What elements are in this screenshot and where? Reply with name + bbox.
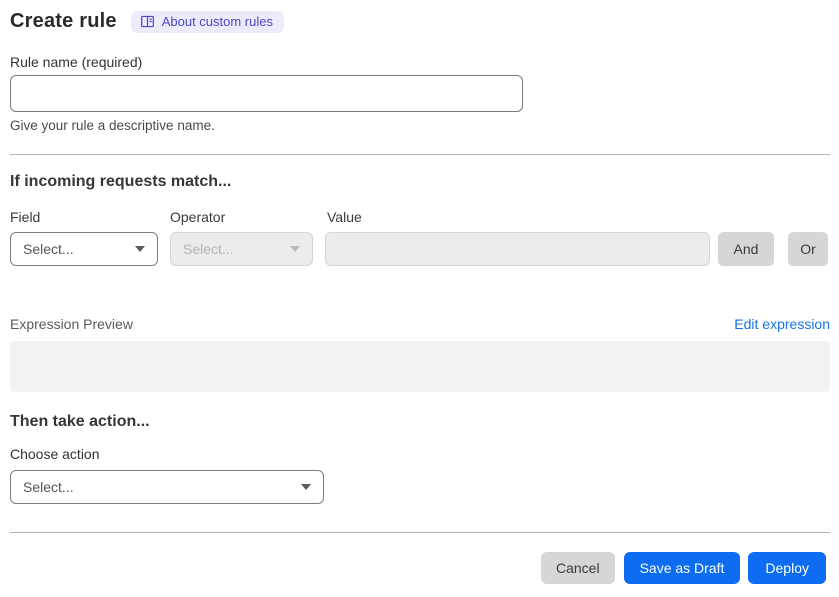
choose-action-label: Choose action — [10, 446, 100, 462]
save-as-draft-button[interactable]: Save as Draft — [623, 552, 741, 584]
operator-label: Operator — [170, 209, 226, 225]
expression-preview-label: Expression Preview — [10, 316, 133, 332]
divider-bottom — [10, 532, 830, 533]
chevron-down-icon — [301, 484, 311, 490]
operator-select-value: Select... — [183, 241, 234, 257]
action-select-value: Select... — [23, 479, 74, 495]
action-select[interactable]: Select... — [10, 470, 324, 504]
value-input — [325, 232, 710, 266]
or-button[interactable]: Or — [788, 232, 828, 266]
field-label: Field — [10, 209, 41, 225]
book-icon — [140, 14, 155, 29]
cancel-button[interactable]: Cancel — [540, 552, 615, 584]
deploy-button[interactable]: Deploy — [748, 552, 826, 584]
expression-preview-row: Expression Preview Edit expression — [10, 316, 830, 332]
footer-actions: Cancel Save as Draft Deploy — [10, 552, 830, 584]
rule-name-label: Rule name (required) — [10, 54, 143, 70]
field-select[interactable]: Select... — [10, 232, 158, 266]
rule-name-input[interactable] — [10, 75, 523, 112]
create-rule-page: Create rule About custom rules Rule name… — [0, 0, 839, 584]
chevron-down-icon — [135, 246, 145, 252]
rule-name-helper-text: Give your rule a descriptive name. — [10, 118, 215, 133]
divider-top — [10, 154, 830, 155]
about-custom-rules-badge[interactable]: About custom rules — [130, 10, 284, 33]
action-section-heading: Then take action... — [10, 413, 150, 430]
match-column-labels: Field Operator Value — [10, 209, 830, 225]
edit-expression-link[interactable]: Edit expression — [734, 316, 830, 332]
operator-select: Select... — [170, 232, 313, 266]
field-select-value: Select... — [23, 241, 74, 257]
about-custom-rules-label: About custom rules — [161, 14, 273, 29]
chevron-down-icon — [290, 246, 300, 252]
value-label: Value — [327, 209, 362, 225]
page-header: Create rule About custom rules — [10, 10, 830, 33]
and-button[interactable]: And — [718, 232, 774, 266]
match-section-heading: If incoming requests match... — [10, 173, 232, 190]
expression-preview-box — [10, 341, 830, 392]
page-title: Create rule — [10, 10, 117, 32]
match-controls-row: Select... Select... And Or — [10, 232, 830, 266]
